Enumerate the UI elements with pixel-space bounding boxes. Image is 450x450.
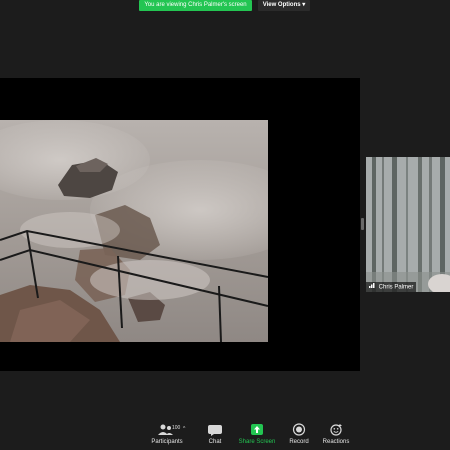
participants-caret-icon[interactable]: ^: [183, 426, 185, 432]
top-banner: You are viewing Chris Palmer's screen Vi…: [0, 0, 450, 12]
viewing-screen-badge[interactable]: You are viewing Chris Palmer's screen: [139, 0, 252, 11]
participant-video-tile[interactable]: Chris Palmer: [366, 157, 450, 292]
view-options-button[interactable]: View Options ▾: [258, 0, 310, 11]
view-options-label: View Options: [262, 2, 301, 8]
shared-screen-panel: [0, 78, 360, 371]
shared-photo: [0, 120, 268, 420]
reactions-button[interactable]: Reactions: [311, 420, 361, 450]
participants-button[interactable]: 100 ^ Participants: [142, 420, 192, 450]
participant-name: Chris Palmer: [378, 284, 414, 291]
misty-coast-photo: [0, 120, 268, 343]
participant-name-tag: Chris Palmer: [366, 282, 417, 292]
reactions-label: Reactions: [322, 439, 350, 445]
forest-video-feed: [366, 157, 450, 292]
signal-icon: [369, 282, 375, 292]
resize-handle[interactable]: [361, 218, 364, 230]
meeting-toolbar: 100 ^ Participants Chat Share Screen Rec…: [0, 420, 450, 450]
reactions-icon: [330, 424, 342, 436]
participants-count: 100: [172, 425, 181, 431]
chevron-down-icon: ▾: [302, 2, 306, 8]
